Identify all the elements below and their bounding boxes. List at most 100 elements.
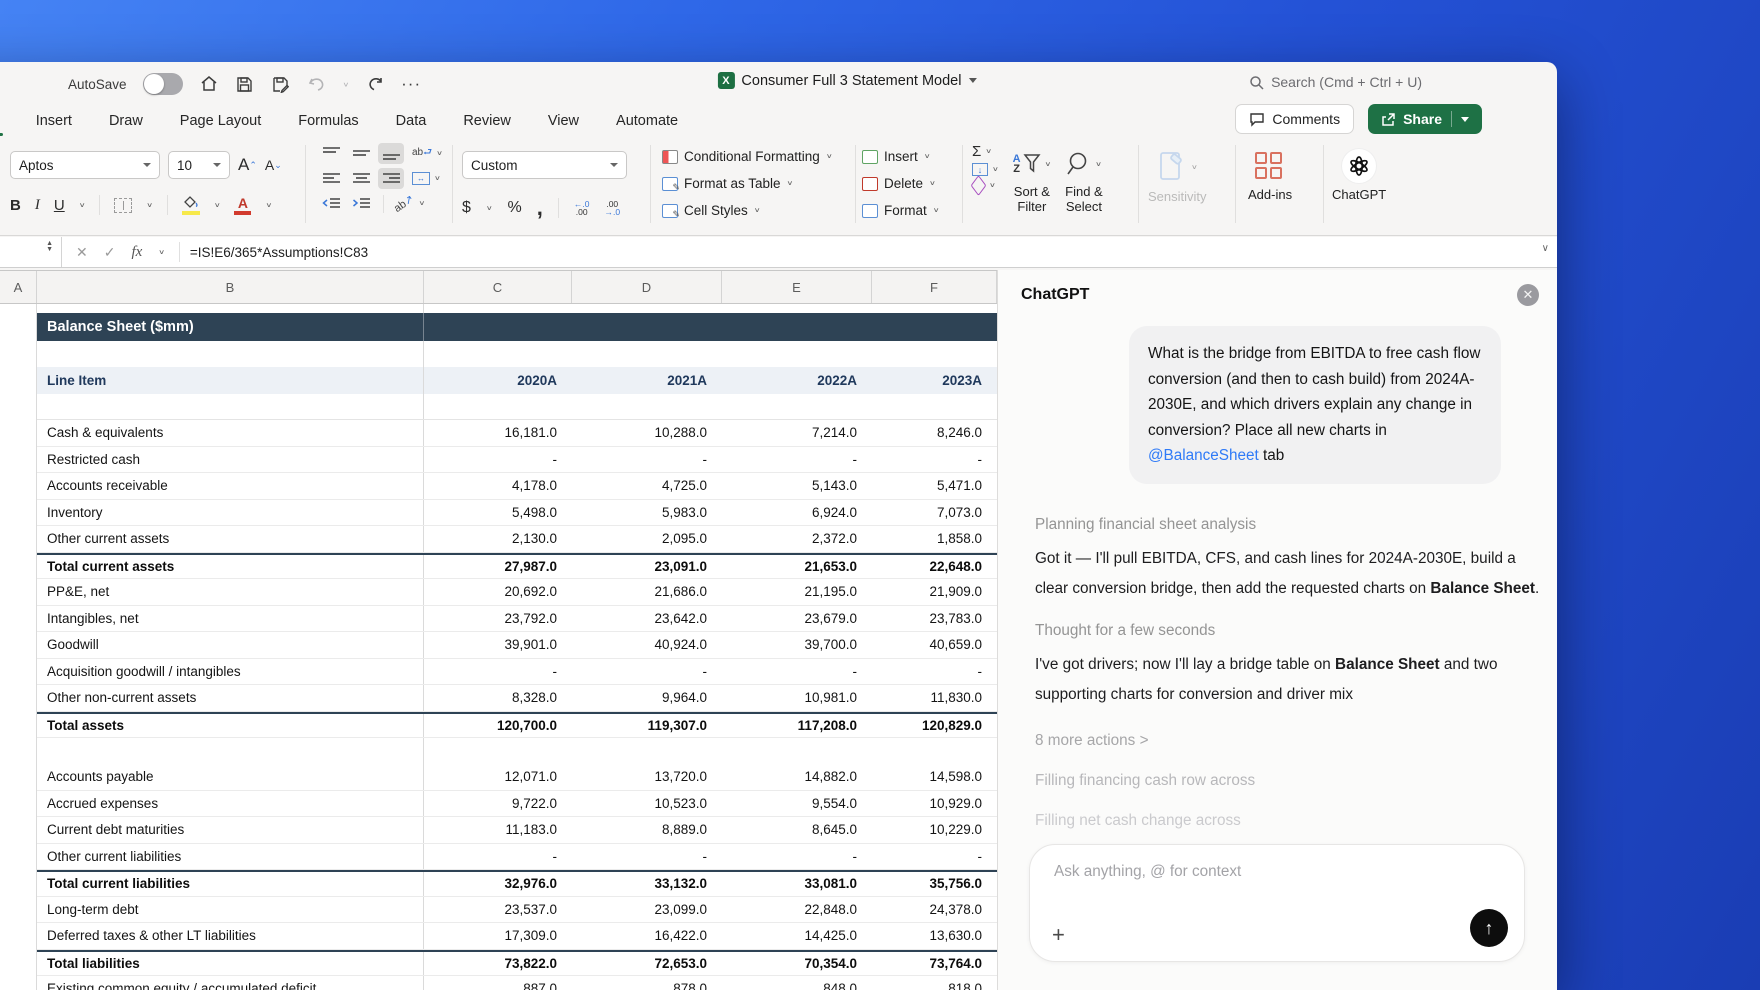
formula-accept-icon[interactable]: ✓ (104, 244, 116, 261)
sort-filter-button[interactable]: AZ ∨ Sort & Filter (1013, 143, 1052, 215)
more-actions-link[interactable]: 8 more actions > (1035, 732, 1540, 750)
cell-styles-button[interactable]: ✎ Cell Styles ∨ (662, 199, 832, 222)
sheet-row[interactable]: Intangibles, net 23,792.0 23,642.0 23,679.0… (0, 605, 997, 632)
panel-close-button[interactable]: ✕ (1517, 284, 1539, 306)
wrap-chevron-icon[interactable]: ∨ (436, 150, 443, 158)
sheet-row[interactable]: Current debt maturities 11,183.0 8,889.0 8,… (0, 817, 997, 844)
ribbon-tab-page-layout[interactable]: Page Layout (178, 110, 263, 132)
align-left-icon[interactable] (318, 168, 344, 189)
undo-chevron-icon[interactable]: ∨ (343, 80, 350, 88)
italic-button[interactable]: I (35, 197, 40, 214)
sheet-row[interactable]: Other current liabilities - - - - (0, 843, 997, 870)
sheet-row[interactable]: Accounts payable 12,071.0 13,720.0 14,882.0… (0, 764, 997, 791)
sheet-row[interactable]: Cash & equivalents 16,181.0 10,288.0 7,214.… (0, 420, 997, 447)
font-name-select[interactable]: Aptos (10, 151, 160, 179)
orientation-chevron-icon[interactable]: ∨ (418, 200, 425, 208)
format-as-table-button[interactable]: ✎ Format as Table ∨ (662, 172, 832, 195)
sheet-row[interactable]: Acquisition goodwill / intangibles - - - - (0, 658, 997, 685)
name-box-spinner[interactable]: ▲ ▼ (46, 240, 53, 253)
merge-center-icon[interactable]: ↔ (412, 172, 430, 185)
currency-format-icon[interactable]: $ (462, 199, 471, 217)
align-bottom-icon[interactable] (378, 143, 404, 164)
ribbon-tab-formulas[interactable]: Formulas (296, 110, 360, 132)
send-button[interactable]: ↑ (1470, 909, 1508, 947)
underline-chevron-icon[interactable]: ∨ (79, 201, 86, 209)
sheet-row[interactable]: PP&E, net 20,692.0 21,686.0 21,195.0 21,909.… (0, 579, 997, 606)
align-center-icon[interactable] (348, 168, 374, 189)
fill-color-chevron-icon[interactable]: ∨ (214, 201, 221, 209)
sheet-row[interactable] (0, 394, 997, 420)
undo-icon[interactable] (307, 74, 327, 94)
document-title[interactable]: Consumer Full 3 Statement Model (741, 73, 961, 89)
decrease-indent-icon[interactable] (318, 193, 344, 214)
align-top-icon[interactable] (318, 143, 344, 164)
ribbon-tab-data[interactable]: Data (394, 110, 429, 132)
search-field[interactable]: Search (Cmd + Ctrl + U) (1249, 74, 1422, 90)
percent-format-icon[interactable]: % (508, 199, 522, 217)
share-button[interactable]: Share (1368, 104, 1482, 134)
font-size-select[interactable]: 10 (168, 151, 230, 179)
sheet-row[interactable]: Existing common equity / accumulated def… (0, 976, 997, 990)
sheet-header-row[interactable]: Line Item 2020A 2021A 2022A 2023A (0, 367, 997, 394)
title-chevron-icon[interactable] (968, 78, 977, 83)
orientation-icon[interactable]: ab↗ (391, 192, 416, 215)
chat-input[interactable]: Ask anything, @ for context + ↑ (1029, 844, 1525, 962)
fx-chevron-icon[interactable]: ∨ (158, 248, 165, 256)
ribbon-tab-automate[interactable]: Automate (614, 110, 680, 132)
ribbon-tab-insert[interactable]: Insert (34, 110, 74, 132)
sheet-row[interactable] (0, 738, 997, 764)
column-header-C[interactable]: C (424, 271, 572, 303)
insert-cells-button[interactable]: Insert ∨ (862, 145, 939, 168)
fill-down-icon[interactable]: ↓ (972, 163, 988, 176)
home-icon[interactable] (199, 74, 219, 94)
sheet-row[interactable]: Total assets 120,700.0 119,307.0 117,208.0 1… (0, 711, 997, 738)
find-select-button[interactable]: ∨ Find & Select (1065, 143, 1103, 215)
save-as-icon[interactable] (271, 74, 291, 94)
autosave-toggle[interactable] (142, 73, 183, 95)
sheet-row[interactable]: Restricted cash - - - - (0, 446, 997, 473)
bold-button[interactable]: B (10, 197, 21, 214)
sheet-title-row[interactable]: Balance Sheet ($mm) (0, 313, 997, 341)
autosum-icon[interactable]: Σ (972, 143, 981, 160)
balance-sheet-mention[interactable]: @BalanceSheet (1148, 447, 1259, 464)
ribbon-tab-draw[interactable]: Draw (107, 110, 145, 132)
ribbon-tab-review[interactable]: Review (461, 110, 513, 132)
ribbon-tab-view[interactable]: View (546, 110, 581, 132)
sheet-row[interactable]: Other non-current assets 8,328.0 9,964.0 10… (0, 685, 997, 712)
sheet-row[interactable]: Total liabilities 73,822.0 72,653.0 70,354.… (0, 949, 997, 976)
wrap-text-icon[interactable]: ab⮐ (412, 145, 432, 162)
addins-button[interactable]: Add-ins (1248, 147, 1292, 202)
sheet-row[interactable]: Total current assets 27,987.0 23,091.0 21,6… (0, 552, 997, 579)
font-color-chevron-icon[interactable]: ∨ (265, 201, 272, 209)
clear-icon[interactable] (970, 175, 987, 196)
redo-icon[interactable] (365, 74, 385, 94)
column-header-A[interactable]: A (0, 271, 37, 303)
underline-button[interactable]: U (54, 197, 65, 214)
name-box[interactable]: ▲ ▼ (0, 237, 62, 267)
sheet-row[interactable]: Other current assets 2,130.0 2,095.0 2,372.… (0, 526, 997, 553)
currency-chevron-icon[interactable]: ∨ (486, 204, 493, 212)
formula-bar-expand-icon[interactable]: ∨ (1542, 243, 1549, 254)
chatgpt-ribbon-button[interactable]: ChatGPT (1332, 145, 1386, 202)
more-commands-icon[interactable]: ··· (401, 74, 421, 94)
fill-color-icon[interactable] (181, 195, 200, 215)
increase-decimal-icon[interactable]: ←.0.00 (574, 200, 590, 217)
increase-font-icon[interactable]: A ⌃ (238, 151, 257, 179)
sheet-row[interactable]: Inventory 5,498.0 5,983.0 6,924.0 7,073.0 (0, 499, 997, 526)
column-headers[interactable]: ABCDEF (0, 270, 997, 304)
spreadsheet[interactable]: ABCDEF Balance Sheet ($mm) Line Item 2020A… (0, 270, 997, 990)
borders-chevron-icon[interactable]: ∨ (146, 201, 153, 209)
delete-cells-button[interactable]: Delete ∨ (862, 172, 939, 195)
column-header-E[interactable]: E (722, 271, 872, 303)
font-color-icon[interactable]: A (234, 195, 252, 215)
column-header-D[interactable]: D (572, 271, 722, 303)
align-middle-icon[interactable] (348, 143, 374, 164)
increase-indent-icon[interactable] (348, 193, 374, 214)
column-header-F[interactable]: F (872, 271, 997, 303)
formula-input[interactable]: =IS!E6/365*Assumptions!C83 (180, 245, 368, 260)
column-header-B[interactable]: B (37, 271, 424, 303)
sheet-row[interactable]: Accounts receivable 4,178.0 4,725.0 5,143.0… (0, 473, 997, 500)
borders-icon[interactable] (114, 197, 133, 213)
format-cells-button[interactable]: Format ∨ (862, 199, 939, 222)
ribbon-tab-home[interactable]: Home (0, 110, 3, 136)
